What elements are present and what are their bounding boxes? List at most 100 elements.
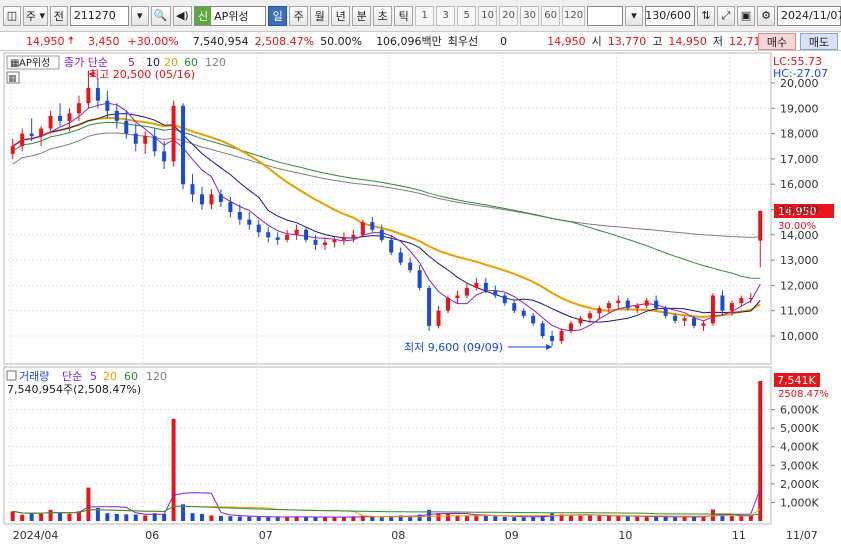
volume-bar bbox=[606, 515, 611, 521]
candle-down bbox=[152, 136, 157, 152]
volume-bar bbox=[67, 513, 72, 521]
speaker-icon[interactable]: ◀) bbox=[172, 5, 192, 26]
volume-tick-label: 6,000K bbox=[780, 404, 819, 417]
candle-up bbox=[294, 229, 299, 235]
date-tick-label: 10 bbox=[618, 529, 632, 542]
type-select[interactable]: 전 bbox=[49, 5, 68, 26]
open-price: 13,770 bbox=[607, 34, 647, 48]
candle-up bbox=[351, 234, 356, 238]
candle-up bbox=[10, 146, 15, 154]
stock-name: AP위성 bbox=[214, 9, 249, 23]
candle-up bbox=[597, 308, 602, 314]
candle-up bbox=[48, 115, 53, 129]
candle-up bbox=[341, 237, 346, 240]
candle-down bbox=[654, 300, 659, 309]
legend-ma120[interactable]: 120 bbox=[205, 56, 226, 69]
volume-tick-label: 5,000K bbox=[780, 422, 819, 435]
volume-tick-label: 1,000K bbox=[780, 496, 819, 509]
candle-up bbox=[86, 88, 91, 104]
vol-legend-ma5[interactable]: 5 bbox=[90, 370, 97, 383]
volume-bar bbox=[483, 515, 488, 521]
grid-toggle-glyph: ▦ bbox=[8, 74, 17, 84]
date-tick-label: 11/07 bbox=[786, 529, 818, 542]
sell-button[interactable]: 매도 bbox=[800, 33, 838, 50]
compare-icon[interactable]: ⇅ bbox=[697, 5, 715, 26]
period-second[interactable]: 초 bbox=[373, 5, 393, 26]
count-field[interactable]: 130/600 bbox=[645, 5, 695, 26]
candle-down bbox=[29, 133, 34, 137]
price-tick-label: 10,000 bbox=[780, 330, 819, 343]
vol-legend-ma20[interactable]: 20 bbox=[103, 370, 117, 383]
price-tick-label: 15,000 bbox=[780, 204, 819, 217]
vol-legend-simple[interactable]: 단순 bbox=[62, 370, 82, 383]
code-input[interactable]: 211270 bbox=[69, 5, 129, 26]
search-icon[interactable]: 🔍 bbox=[150, 5, 171, 26]
interval-1[interactable]: 1 bbox=[415, 5, 435, 26]
candle-up bbox=[578, 318, 583, 324]
interval-20[interactable]: 20 bbox=[499, 5, 519, 26]
candle-down bbox=[540, 323, 545, 336]
volume-bar bbox=[29, 513, 34, 521]
price-tick-label: 12,000 bbox=[780, 279, 819, 292]
vol-legend-ma120[interactable]: 120 bbox=[146, 370, 167, 383]
count-value: 130/600 bbox=[645, 9, 691, 22]
period-day[interactable]: 일 bbox=[268, 5, 288, 26]
period-week[interactable]: 주 bbox=[289, 5, 309, 26]
vol-legend-ma60[interactable]: 60 bbox=[124, 370, 138, 383]
candle-up bbox=[474, 282, 479, 288]
candle-down bbox=[304, 229, 309, 240]
volume-value: 7,540,954 bbox=[192, 34, 249, 48]
volume-bar bbox=[663, 516, 668, 521]
chart-menu-icon[interactable]: ◫ bbox=[3, 5, 21, 26]
volume-bar bbox=[379, 517, 384, 521]
low-label: 저 bbox=[712, 35, 724, 48]
code-dropdown-icon[interactable]: ▾ bbox=[130, 5, 149, 26]
date-field[interactable]: 2024/11/07 bbox=[777, 5, 841, 26]
gear-icon[interactable]: ⚙ bbox=[757, 5, 775, 26]
interval-60[interactable]: 60 bbox=[541, 5, 561, 26]
interval-dropdown-icon[interactable]: ▾ bbox=[625, 5, 643, 26]
volume-bar bbox=[616, 516, 621, 521]
period-tick[interactable]: 틱 bbox=[394, 5, 414, 26]
volume-bar bbox=[124, 514, 129, 521]
volume-grid-icon[interactable] bbox=[6, 370, 17, 381]
candle-up bbox=[322, 242, 327, 245]
volume-bar bbox=[587, 515, 592, 521]
candle-up bbox=[436, 310, 441, 326]
market-select[interactable]: 주 ▾ bbox=[23, 5, 48, 26]
period-month[interactable]: 월 bbox=[310, 5, 330, 26]
period-year[interactable]: 년 bbox=[331, 5, 351, 26]
interval-120[interactable]: 120 bbox=[562, 5, 585, 26]
save-icon[interactable]: ▣ bbox=[737, 5, 755, 26]
market-label: 주 bbox=[25, 9, 36, 23]
stock-chart[interactable]: ▦ AP위성 종가 단순 5 10 20 60 120 ▦ LC:55.73 H… bbox=[0, 51, 841, 545]
volume-bar bbox=[635, 516, 640, 521]
candle-up bbox=[285, 234, 290, 240]
vol-legend-volume[interactable]: 거래량 bbox=[19, 370, 49, 383]
interval-3[interactable]: 3 bbox=[436, 5, 456, 26]
buy-button[interactable]: 매수 bbox=[758, 33, 796, 50]
volume-bar bbox=[521, 517, 526, 521]
draw-tool-icon[interactable]: ⤢ bbox=[717, 5, 735, 26]
volume-bar bbox=[446, 513, 451, 521]
period-minute[interactable]: 분 bbox=[352, 5, 372, 26]
candle-up bbox=[446, 298, 451, 311]
candle-up bbox=[682, 318, 687, 321]
high-price: 14,950 bbox=[668, 34, 707, 48]
stock-name-field[interactable]: 신 AP위성 bbox=[193, 5, 267, 26]
volume-bar bbox=[20, 514, 25, 521]
candle-up bbox=[635, 305, 640, 309]
volume-ratio: 2,508.47% bbox=[254, 34, 315, 48]
volume-bar bbox=[748, 515, 753, 521]
stock-tag: 신 bbox=[194, 6, 212, 25]
current-volume-pct: 2508.47% bbox=[778, 389, 829, 400]
price-change: 3,450 bbox=[88, 34, 120, 48]
interval-30[interactable]: 30 bbox=[520, 5, 540, 26]
interval-custom-input[interactable] bbox=[586, 5, 623, 26]
candle-down bbox=[105, 100, 110, 111]
interval-5[interactable]: 5 bbox=[457, 5, 477, 26]
volume-bar bbox=[597, 515, 602, 521]
candle-down bbox=[256, 224, 261, 233]
date-tick-label: 07 bbox=[259, 529, 273, 542]
interval-10[interactable]: 10 bbox=[478, 5, 498, 26]
